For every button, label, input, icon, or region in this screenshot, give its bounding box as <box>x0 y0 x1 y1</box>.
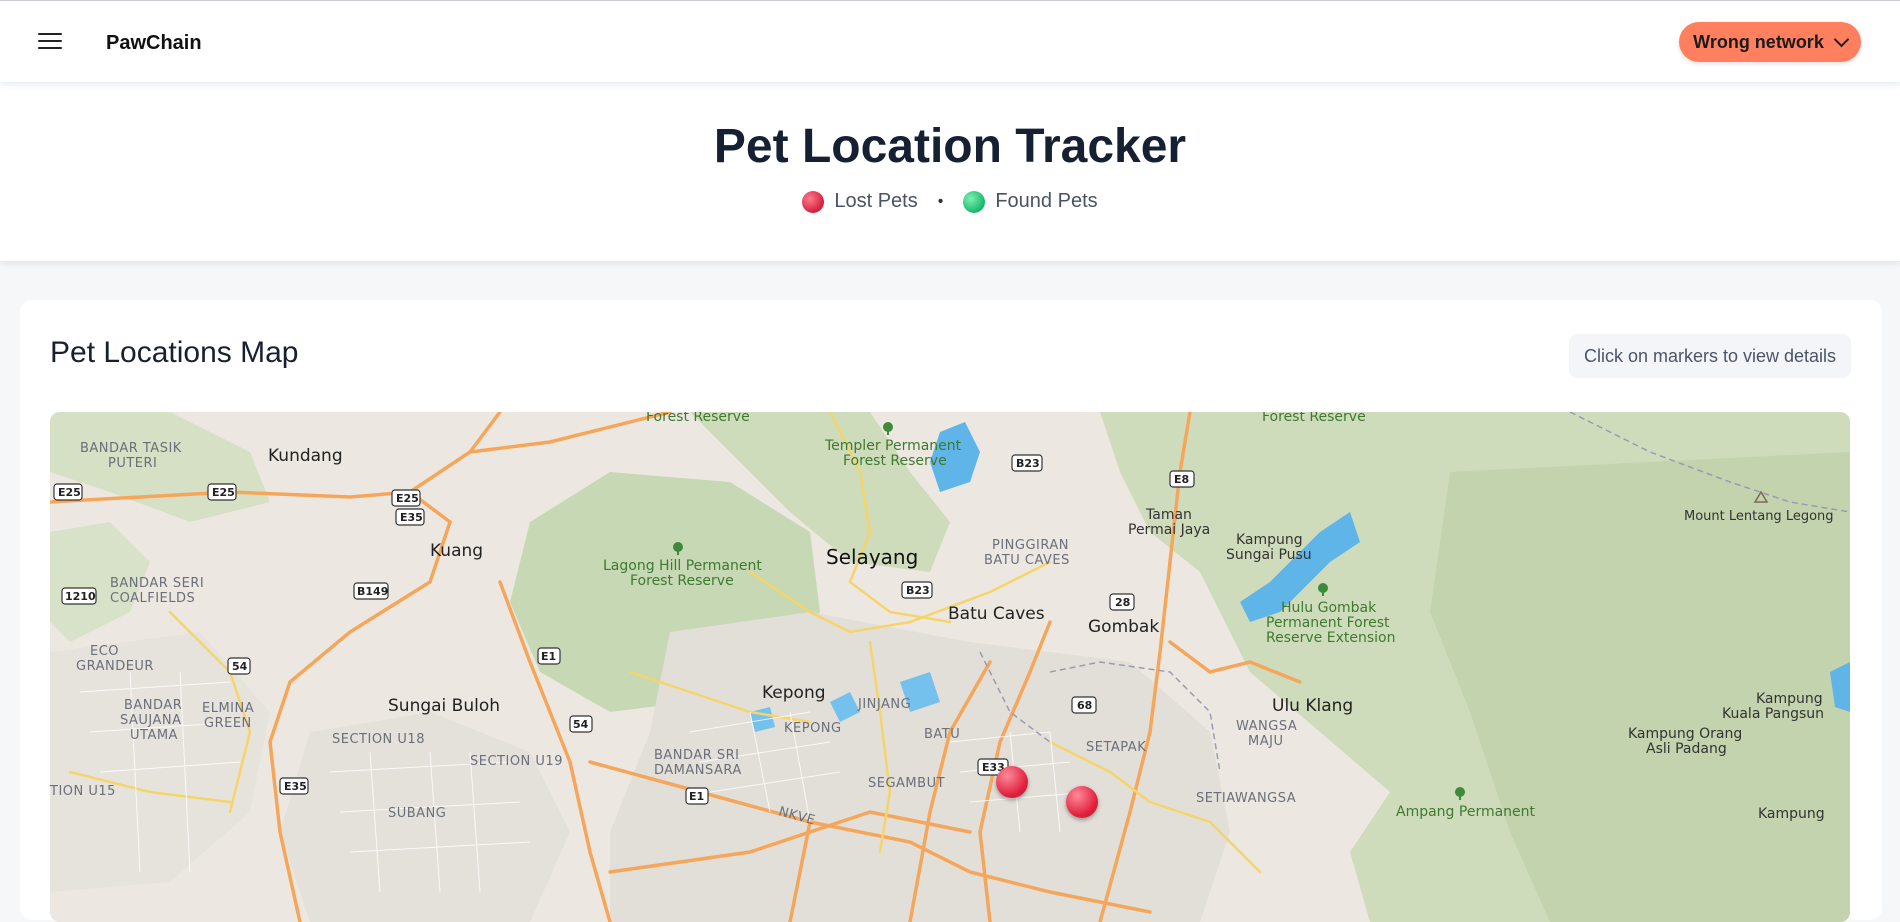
svg-text:B149: B149 <box>357 585 388 598</box>
legend-lost-label: Lost Pets <box>834 190 918 212</box>
legend-separator: • <box>937 192 944 210</box>
svg-text:GRANDEUR: GRANDEUR <box>76 659 154 674</box>
map-label-ulu-klang: Ulu Klang <box>1272 696 1353 716</box>
svg-text:BANDAR TASIK: BANDAR TASIK <box>80 441 182 456</box>
svg-text:Permanent Forest: Permanent Forest <box>1266 615 1390 631</box>
svg-text:1210: 1210 <box>65 590 96 603</box>
svg-text:SECTION U19: SECTION U19 <box>470 754 563 769</box>
svg-text:E25: E25 <box>212 486 235 499</box>
pet-locations-map[interactable]: E25 E25 E25 E35 1210 B149 54 E1 54 E35 E… <box>50 412 1850 922</box>
svg-text:ECO: ECO <box>90 644 119 659</box>
brand-name[interactable]: PawChain <box>106 32 202 55</box>
map-tiles: E25 E25 E25 E35 1210 B149 54 E1 54 E35 E… <box>50 412 1850 922</box>
svg-text:GREEN: GREEN <box>204 716 252 731</box>
map-label-gombak: Gombak <box>1088 617 1159 637</box>
svg-text:ELMINA: ELMINA <box>202 701 254 716</box>
svg-text:BANDAR SRI: BANDAR SRI <box>654 748 740 763</box>
menu-icon[interactable] <box>38 33 62 51</box>
map-label-kepong: Kepong <box>762 683 826 703</box>
lost-pet-marker[interactable] <box>996 766 1028 798</box>
svg-text:Kampung: Kampung <box>1758 806 1825 822</box>
svg-text:Templer Permanent: Templer Permanent <box>824 438 962 454</box>
map-label-selayang: Selayang <box>826 545 918 569</box>
top-navbar: PawChain Wrong network <box>0 0 1900 82</box>
wrong-network-button[interactable]: Wrong network <box>1679 22 1861 62</box>
legend-found-label: Found Pets <box>995 190 1098 212</box>
svg-text:PUTERI: PUTERI <box>108 456 157 471</box>
svg-text:Lagong Hill Permanent: Lagong Hill Permanent <box>603 558 762 574</box>
map-card: Pet Locations Map Click on markers to vi… <box>20 300 1882 922</box>
lost-pets-dot-icon <box>802 190 825 213</box>
svg-text:Sungai Pusu: Sungai Pusu <box>1226 547 1312 563</box>
svg-text:SUBANG: SUBANG <box>388 806 446 821</box>
svg-text:E8: E8 <box>1174 473 1189 486</box>
svg-text:Hulu Gombak: Hulu Gombak <box>1281 600 1377 616</box>
svg-text:SETAPAK: SETAPAK <box>1086 740 1146 755</box>
svg-text:54: 54 <box>232 660 248 673</box>
svg-text:UTAMA: UTAMA <box>130 728 178 743</box>
svg-text:68: 68 <box>1077 699 1092 712</box>
map-label-kundang: Kundang <box>268 446 343 466</box>
hero-section: Pet Location Tracker Lost Pets • Found P… <box>0 81 1900 261</box>
svg-text:54: 54 <box>573 718 589 731</box>
svg-text:B23: B23 <box>1016 457 1040 470</box>
svg-text:MAJU: MAJU <box>1248 734 1283 749</box>
page-title: Pet Location Tracker <box>713 120 1187 173</box>
svg-text:BANDAR SERI: BANDAR SERI <box>110 576 204 591</box>
svg-text:KEPONG: KEPONG <box>784 721 842 736</box>
svg-text:Reserve Extension: Reserve Extension <box>1266 630 1395 646</box>
svg-text:DAMANSARA: DAMANSARA <box>654 763 742 778</box>
svg-text:E25: E25 <box>396 492 419 505</box>
svg-text:28: 28 <box>1115 596 1130 609</box>
map-label-batu-caves: Batu Caves <box>948 604 1045 624</box>
svg-text:B23: B23 <box>906 584 930 597</box>
svg-text:WANGSA: WANGSA <box>1236 719 1297 734</box>
svg-text:E1: E1 <box>689 790 704 803</box>
svg-text:Forest Reserve: Forest Reserve <box>646 412 750 425</box>
svg-text:Taman: Taman <box>1145 507 1192 523</box>
lost-pet-marker[interactable] <box>1066 786 1098 818</box>
chevron-down-icon <box>1833 31 1850 48</box>
svg-text:E35: E35 <box>284 780 307 793</box>
svg-text:BATU CAVES: BATU CAVES <box>984 553 1070 568</box>
map-legend: Lost Pets • Found Pets <box>0 190 1900 213</box>
svg-text:Forest Reserve: Forest Reserve <box>630 573 734 589</box>
svg-text:Kampung: Kampung <box>1236 532 1303 548</box>
svg-text:E35: E35 <box>400 511 423 524</box>
svg-text:COALFIELDS: COALFIELDS <box>110 591 195 606</box>
map-card-title: Pet Locations Map <box>50 336 299 369</box>
svg-text:TION U15: TION U15 <box>50 784 116 799</box>
svg-text:SECTION U18: SECTION U18 <box>332 732 425 747</box>
svg-text:BATU: BATU <box>924 727 960 742</box>
svg-text:Forest Reserve: Forest Reserve <box>843 453 947 469</box>
svg-text:JINJANG: JINJANG <box>857 697 911 712</box>
svg-text:Ampang Permanent: Ampang Permanent <box>1396 804 1536 820</box>
svg-text:Asli Padang: Asli Padang <box>1646 741 1727 757</box>
svg-text:E1: E1 <box>541 650 556 663</box>
svg-text:Forest Reserve: Forest Reserve <box>1262 412 1366 425</box>
svg-text:Kampung Orang: Kampung Orang <box>1628 726 1742 742</box>
svg-text:Mount Lentang Legong: Mount Lentang Legong <box>1684 509 1834 524</box>
svg-text:SETIAWANGSA: SETIAWANGSA <box>1196 791 1296 806</box>
network-button-label: Wrong network <box>1693 31 1824 52</box>
map-hint: Click on markers to view details <box>1569 334 1851 378</box>
svg-text:SEGAMBUT: SEGAMBUT <box>868 776 945 791</box>
svg-text:BANDAR: BANDAR <box>124 698 182 713</box>
svg-text:E25: E25 <box>58 486 81 499</box>
map-label-sungai-buloh: Sungai Buloh <box>388 696 500 716</box>
svg-text:Permai Jaya: Permai Jaya <box>1128 522 1210 538</box>
svg-text:SAUJANA: SAUJANA <box>120 713 182 728</box>
found-pets-dot-icon <box>963 190 986 213</box>
svg-text:Kuala Pangsun: Kuala Pangsun <box>1722 706 1824 722</box>
map-label-kuang: Kuang <box>430 541 483 561</box>
svg-text:PINGGIRAN: PINGGIRAN <box>992 538 1069 553</box>
svg-text:Kampung: Kampung <box>1756 691 1823 707</box>
